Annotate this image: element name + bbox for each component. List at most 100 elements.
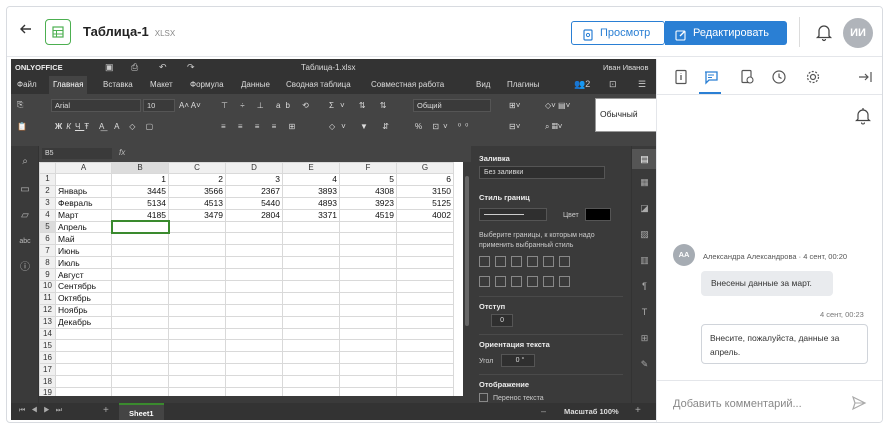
shape-settings-icon[interactable]: ◪	[638, 202, 651, 215]
collapse-panel-icon[interactable]	[857, 69, 873, 85]
cell[interactable]: Август	[55, 268, 112, 282]
cell[interactable]	[55, 351, 112, 365]
pivot-settings-icon[interactable]: ⊞	[638, 332, 651, 345]
row-header[interactable]: 13	[39, 315, 56, 329]
cell[interactable]: 3150	[396, 184, 454, 198]
cell[interactable]	[396, 256, 454, 270]
search-icon[interactable]: ⌕	[19, 156, 31, 168]
about-icon[interactable]: ⓘ	[19, 262, 31, 274]
row-header[interactable]: 4	[39, 208, 56, 222]
cell[interactable]	[339, 303, 397, 317]
cell[interactable]	[225, 232, 283, 246]
cell[interactable]	[396, 387, 454, 396]
cell[interactable]	[225, 375, 283, 389]
row-header[interactable]: 17	[39, 363, 56, 377]
cell[interactable]	[55, 375, 112, 389]
cell[interactable]: 3371	[282, 208, 340, 222]
cell[interactable]: 4308	[339, 184, 397, 198]
users-icon[interactable]: 👥2	[574, 79, 590, 90]
table-settings-icon[interactable]: ▦	[638, 176, 651, 189]
cell[interactable]	[111, 387, 169, 396]
cell[interactable]	[225, 351, 283, 365]
more-menu-icon[interactable]: ☰	[638, 79, 646, 90]
row-header[interactable]: 14	[39, 327, 56, 341]
cell[interactable]	[282, 244, 340, 258]
tab-view[interactable]: Вид	[472, 76, 494, 94]
send-icon[interactable]	[851, 395, 867, 411]
cell[interactable]: Февраль	[55, 196, 112, 210]
cell[interactable]	[225, 315, 283, 329]
cell[interactable]	[282, 387, 340, 396]
cell[interactable]	[111, 315, 169, 329]
text-format-buttons[interactable]: ЖКЧŦ A͟ A ◇ ▢	[55, 122, 157, 132]
cell[interactable]	[110, 220, 170, 234]
cell[interactable]: Декабрь	[55, 315, 112, 329]
cell[interactable]: 6	[396, 173, 454, 186]
user-avatar[interactable]: ИИ	[843, 18, 873, 48]
cell[interactable]	[225, 303, 283, 317]
cell[interactable]	[282, 291, 340, 305]
image-settings-icon[interactable]: ▨	[638, 228, 651, 241]
cell[interactable]: Июнь	[55, 244, 112, 258]
comment-bubble[interactable]: Внесены данные за март.	[701, 271, 833, 296]
spellcheck-icon[interactable]: abc	[19, 236, 31, 248]
cell[interactable]	[55, 173, 112, 186]
column-header[interactable]: F	[339, 162, 397, 174]
font-name-select[interactable]: Arial	[51, 99, 141, 112]
cell[interactable]	[168, 339, 226, 353]
row-header[interactable]: 11	[39, 291, 56, 305]
row-header[interactable]: 19	[39, 387, 56, 396]
cell[interactable]: 5134	[111, 196, 169, 210]
font-size-select[interactable]: 10	[143, 99, 175, 112]
cell[interactable]	[339, 351, 397, 365]
history-icon[interactable]	[771, 69, 787, 85]
cell[interactable]	[282, 268, 340, 282]
row-header[interactable]: 9	[39, 268, 56, 282]
cell[interactable]	[168, 327, 226, 341]
border-right-button[interactable]	[511, 276, 522, 287]
align-vertical-buttons[interactable]: ⊤ ÷ ⊥ ab ⟲	[221, 101, 314, 111]
row-header[interactable]: 2	[39, 184, 56, 198]
cell-settings-icon[interactable]: ▤	[632, 149, 657, 169]
cell[interactable]	[111, 327, 169, 341]
cell[interactable]: 3445	[111, 184, 169, 198]
cell[interactable]: Ноябрь	[55, 303, 112, 317]
cell[interactable]	[339, 387, 397, 396]
comments-icon[interactable]: ▭	[19, 184, 31, 196]
tab-formula[interactable]: Формула	[186, 76, 228, 94]
cell[interactable]	[168, 220, 226, 234]
row-header[interactable]: 5	[39, 220, 56, 234]
row-header[interactable]: 8	[39, 256, 56, 270]
border-diag-down-button[interactable]	[559, 256, 570, 267]
border-vcenter-button[interactable]	[495, 276, 506, 287]
column-header[interactable]: D	[225, 162, 283, 174]
tab-plugins[interactable]: Плагины	[503, 76, 543, 94]
back-arrow-icon[interactable]	[15, 21, 37, 43]
cell[interactable]	[111, 351, 169, 365]
edit-button[interactable]: Редактировать	[665, 21, 787, 45]
cell[interactable]	[168, 303, 226, 317]
cell[interactable]	[339, 244, 397, 258]
cell[interactable]	[396, 339, 454, 353]
cell[interactable]: Октябрь	[55, 291, 112, 305]
cell[interactable]	[396, 232, 454, 246]
column-header[interactable]: G	[396, 162, 454, 174]
zoom-in-icon[interactable]: +	[635, 405, 641, 416]
cell[interactable]	[339, 339, 397, 353]
comments-tab-icon[interactable]	[703, 69, 719, 85]
cell[interactable]	[168, 244, 226, 258]
cell[interactable]	[168, 315, 226, 329]
scroll-thumb[interactable]	[465, 176, 469, 326]
cell[interactable]	[396, 268, 454, 282]
cell[interactable]	[111, 244, 169, 258]
signature-settings-icon[interactable]: ✎	[638, 358, 651, 371]
cell[interactable]: 4893	[282, 196, 340, 210]
border-line-select[interactable]	[479, 208, 547, 221]
cell[interactable]	[168, 387, 226, 396]
cell[interactable]	[339, 327, 397, 341]
info-icon[interactable]	[673, 69, 689, 85]
fill-select[interactable]: Без заливки	[479, 166, 605, 179]
tab-data[interactable]: Данные	[237, 76, 274, 94]
font-size-buttons[interactable]: A˄ A˅	[179, 101, 201, 111]
cell[interactable]	[282, 303, 340, 317]
